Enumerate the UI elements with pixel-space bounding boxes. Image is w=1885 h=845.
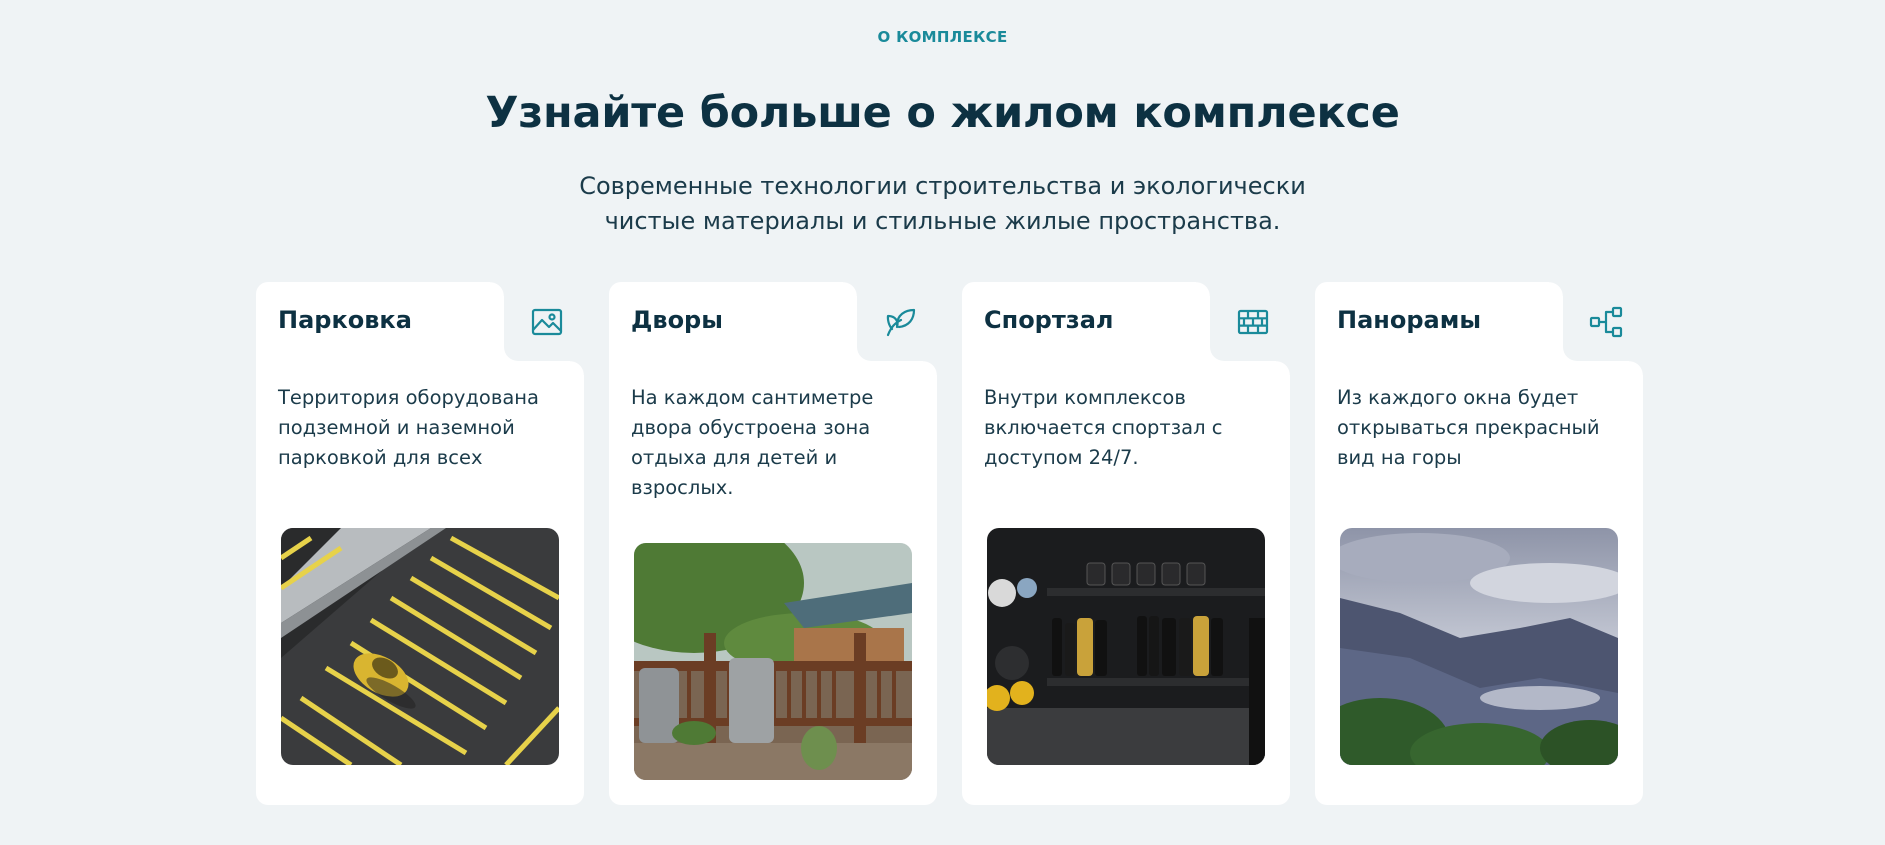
card-text: На каждом сантиметре двора обустроена зо…	[631, 386, 874, 499]
gym-weights-photo	[987, 528, 1265, 765]
card-gym[interactable]: Спортзал Внутри комплексов включается сп…	[962, 282, 1290, 805]
card-text: Территория оборудована подземной и назем…	[278, 386, 539, 469]
mountain-view-photo	[1340, 528, 1618, 765]
card-text: Внутри комплексов включается спортзал с …	[984, 386, 1223, 469]
courtyard-deck-photo	[634, 543, 912, 780]
card-title: Дворы	[631, 306, 723, 334]
card-parking[interactable]: Парковка Территория оборудована подземно…	[256, 282, 584, 805]
card-title: Панорамы	[1337, 306, 1482, 334]
section-eyebrow: О КОМПЛЕКСЕ	[877, 28, 1008, 46]
card-title: Парковка	[278, 306, 412, 334]
section-subtitle: Современные технологии строительства и э…	[579, 172, 1306, 235]
section-title: Узнайте больше о жилом комплексе	[485, 88, 1400, 138]
card-title: Спортзал	[984, 306, 1114, 334]
feature-cards: Парковка Территория оборудована подземно…	[256, 282, 1643, 805]
card-text: Из каждого окна будет открываться прекра…	[1337, 386, 1600, 469]
leaf-icon	[883, 305, 917, 339]
card-panoramas[interactable]: Панорамы Из каждого окна будет открывать…	[1315, 282, 1643, 805]
image-icon	[530, 305, 564, 339]
network-icon	[1589, 305, 1623, 339]
brick-wall-icon	[1236, 305, 1270, 339]
parking-lot-photo	[281, 528, 559, 765]
card-courtyards[interactable]: Дворы На каждом сантиметре двора обустро…	[609, 282, 937, 805]
